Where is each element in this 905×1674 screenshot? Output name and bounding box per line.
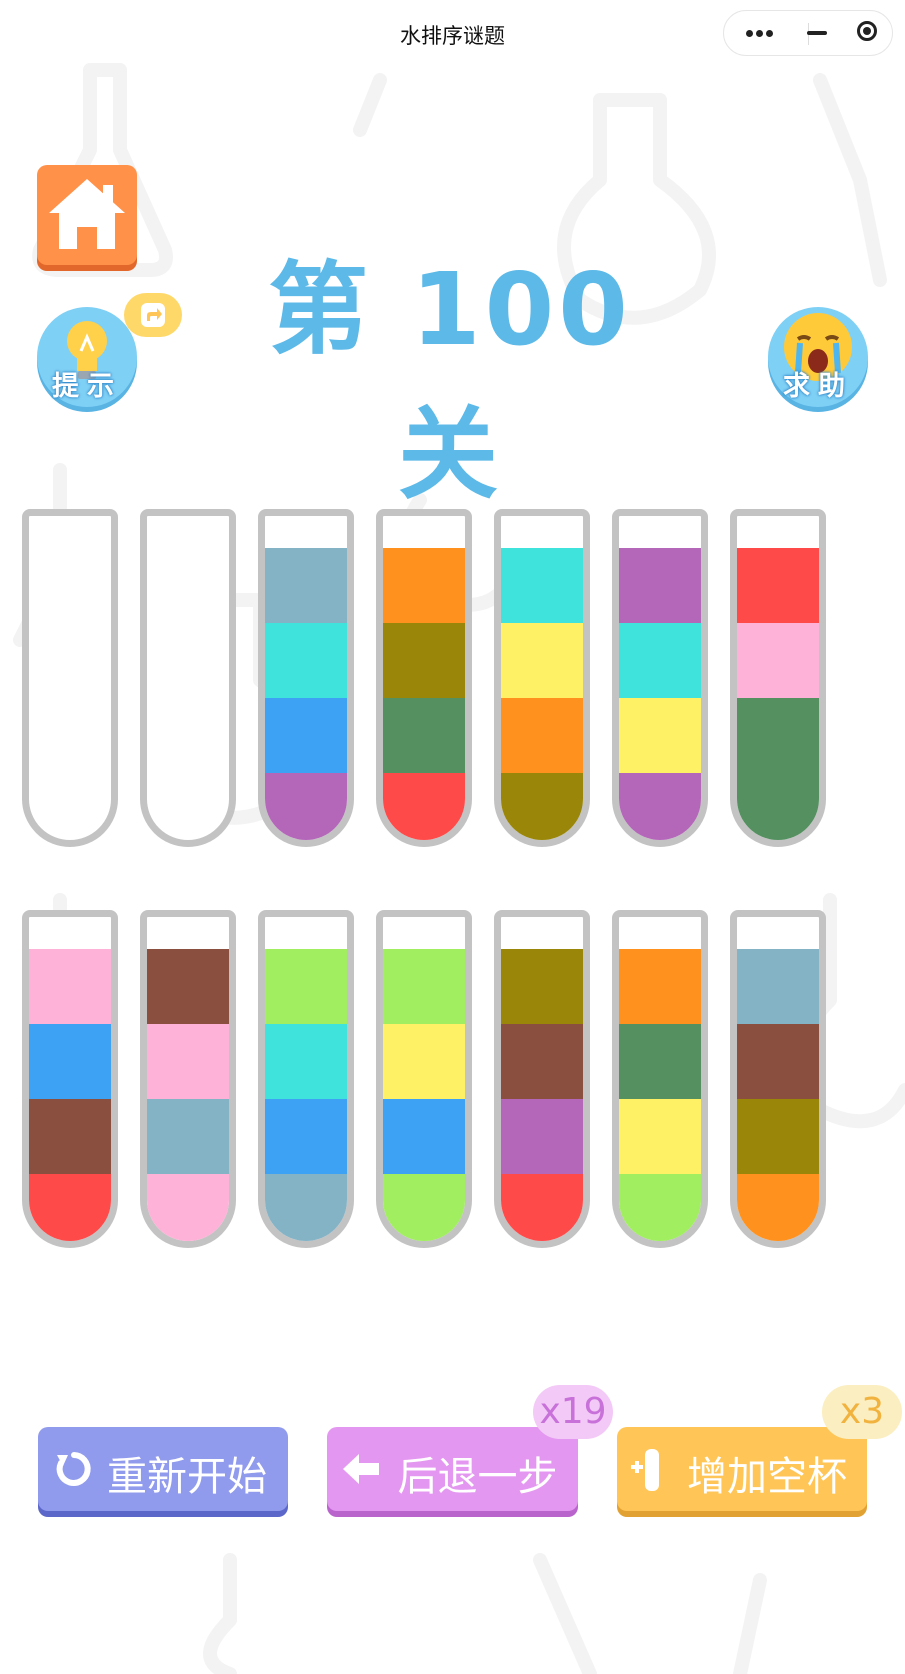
liquid-layer	[147, 949, 229, 1024]
liquid-layer	[501, 623, 583, 698]
liquid-layer	[737, 1099, 819, 1174]
liquid-layer	[147, 1099, 229, 1174]
liquid-layer	[501, 548, 583, 623]
tube[interactable]	[376, 509, 472, 847]
undo-count-badge: x19	[533, 1385, 613, 1439]
liquid-layer	[265, 548, 347, 623]
share-icon	[141, 303, 165, 327]
liquid-layer	[29, 1099, 111, 1174]
liquid-layer	[619, 949, 701, 1024]
tube[interactable]	[612, 509, 708, 847]
level-title: 第 100 关	[268, 251, 632, 513]
hint-button[interactable]: 提示	[37, 307, 137, 407]
add-cup-count-badge: x3	[822, 1385, 902, 1439]
tube[interactable]	[258, 509, 354, 847]
restart-label: 重新开始	[107, 1454, 267, 1500]
liquid-layer	[383, 773, 465, 840]
share-badge[interactable]	[124, 293, 182, 337]
undo-button[interactable]: 后退一步	[327, 1427, 578, 1511]
liquid-layer	[737, 548, 819, 623]
tube[interactable]	[140, 509, 236, 847]
liquid-layer	[737, 623, 819, 698]
liquid-layer	[265, 1174, 347, 1241]
capsule-menu	[723, 10, 893, 56]
liquid-layer	[265, 949, 347, 1024]
liquid-layer	[501, 949, 583, 1024]
tube[interactable]	[258, 910, 354, 1248]
liquid-layer	[147, 1024, 229, 1099]
help-button[interactable]: 求助	[768, 307, 868, 407]
liquid-layer	[501, 698, 583, 773]
hint-label: 提示	[52, 371, 122, 402]
liquid-layer	[265, 773, 347, 840]
liquid-layer	[619, 698, 701, 773]
help-label: 求助	[783, 371, 853, 402]
liquid-layer	[383, 698, 465, 773]
liquid-layer	[265, 1099, 347, 1174]
liquid-layer	[619, 773, 701, 840]
liquid-layer	[383, 1174, 465, 1241]
tube[interactable]	[140, 910, 236, 1248]
liquid-layer	[383, 1024, 465, 1099]
liquid-layer	[501, 1024, 583, 1099]
liquid-layer	[29, 1174, 111, 1241]
tube[interactable]	[494, 509, 590, 847]
liquid-layer	[29, 1024, 111, 1099]
liquid-layer	[383, 949, 465, 1024]
liquid-layer	[501, 1099, 583, 1174]
liquid-layer	[619, 1099, 701, 1174]
add-cup-label: 增加空杯	[687, 1454, 847, 1500]
home-icon	[49, 179, 125, 249]
liquid-layer	[619, 623, 701, 698]
liquid-layer	[501, 1174, 583, 1241]
liquid-layer	[737, 1024, 819, 1099]
liquid-layer	[737, 773, 819, 840]
minimize-icon	[807, 31, 827, 35]
liquid-layer	[501, 773, 583, 840]
tube[interactable]	[612, 910, 708, 1248]
liquid-layer	[737, 949, 819, 1024]
liquid-layer	[265, 623, 347, 698]
tube[interactable]	[730, 910, 826, 1248]
tube[interactable]	[22, 509, 118, 847]
tube[interactable]	[376, 910, 472, 1248]
more-options-icon[interactable]	[724, 11, 808, 55]
mini-program-top-bar: 水排序谜题	[0, 0, 905, 68]
tube[interactable]	[494, 910, 590, 1248]
add-cup-button[interactable]: 增加空杯	[617, 1427, 867, 1511]
liquid-layer	[619, 1174, 701, 1241]
liquid-layer	[147, 1174, 229, 1241]
liquid-layer	[29, 949, 111, 1024]
add-cup-icon	[631, 1449, 659, 1491]
liquid-layer	[383, 623, 465, 698]
restart-button[interactable]: 重新开始	[38, 1427, 288, 1511]
home-button[interactable]	[37, 165, 137, 265]
undo-label: 后退一步	[397, 1454, 558, 1500]
liquid-layer	[383, 1099, 465, 1174]
liquid-layer	[265, 1024, 347, 1099]
liquid-layer	[619, 548, 701, 623]
liquid-layer	[737, 698, 819, 773]
liquid-layer	[265, 698, 347, 773]
liquid-layer	[737, 1174, 819, 1241]
liquid-layer	[383, 548, 465, 623]
liquid-layer	[619, 1024, 701, 1099]
tube[interactable]	[730, 509, 826, 847]
close-program-button[interactable]	[807, 11, 893, 55]
tube[interactable]	[22, 910, 118, 1248]
